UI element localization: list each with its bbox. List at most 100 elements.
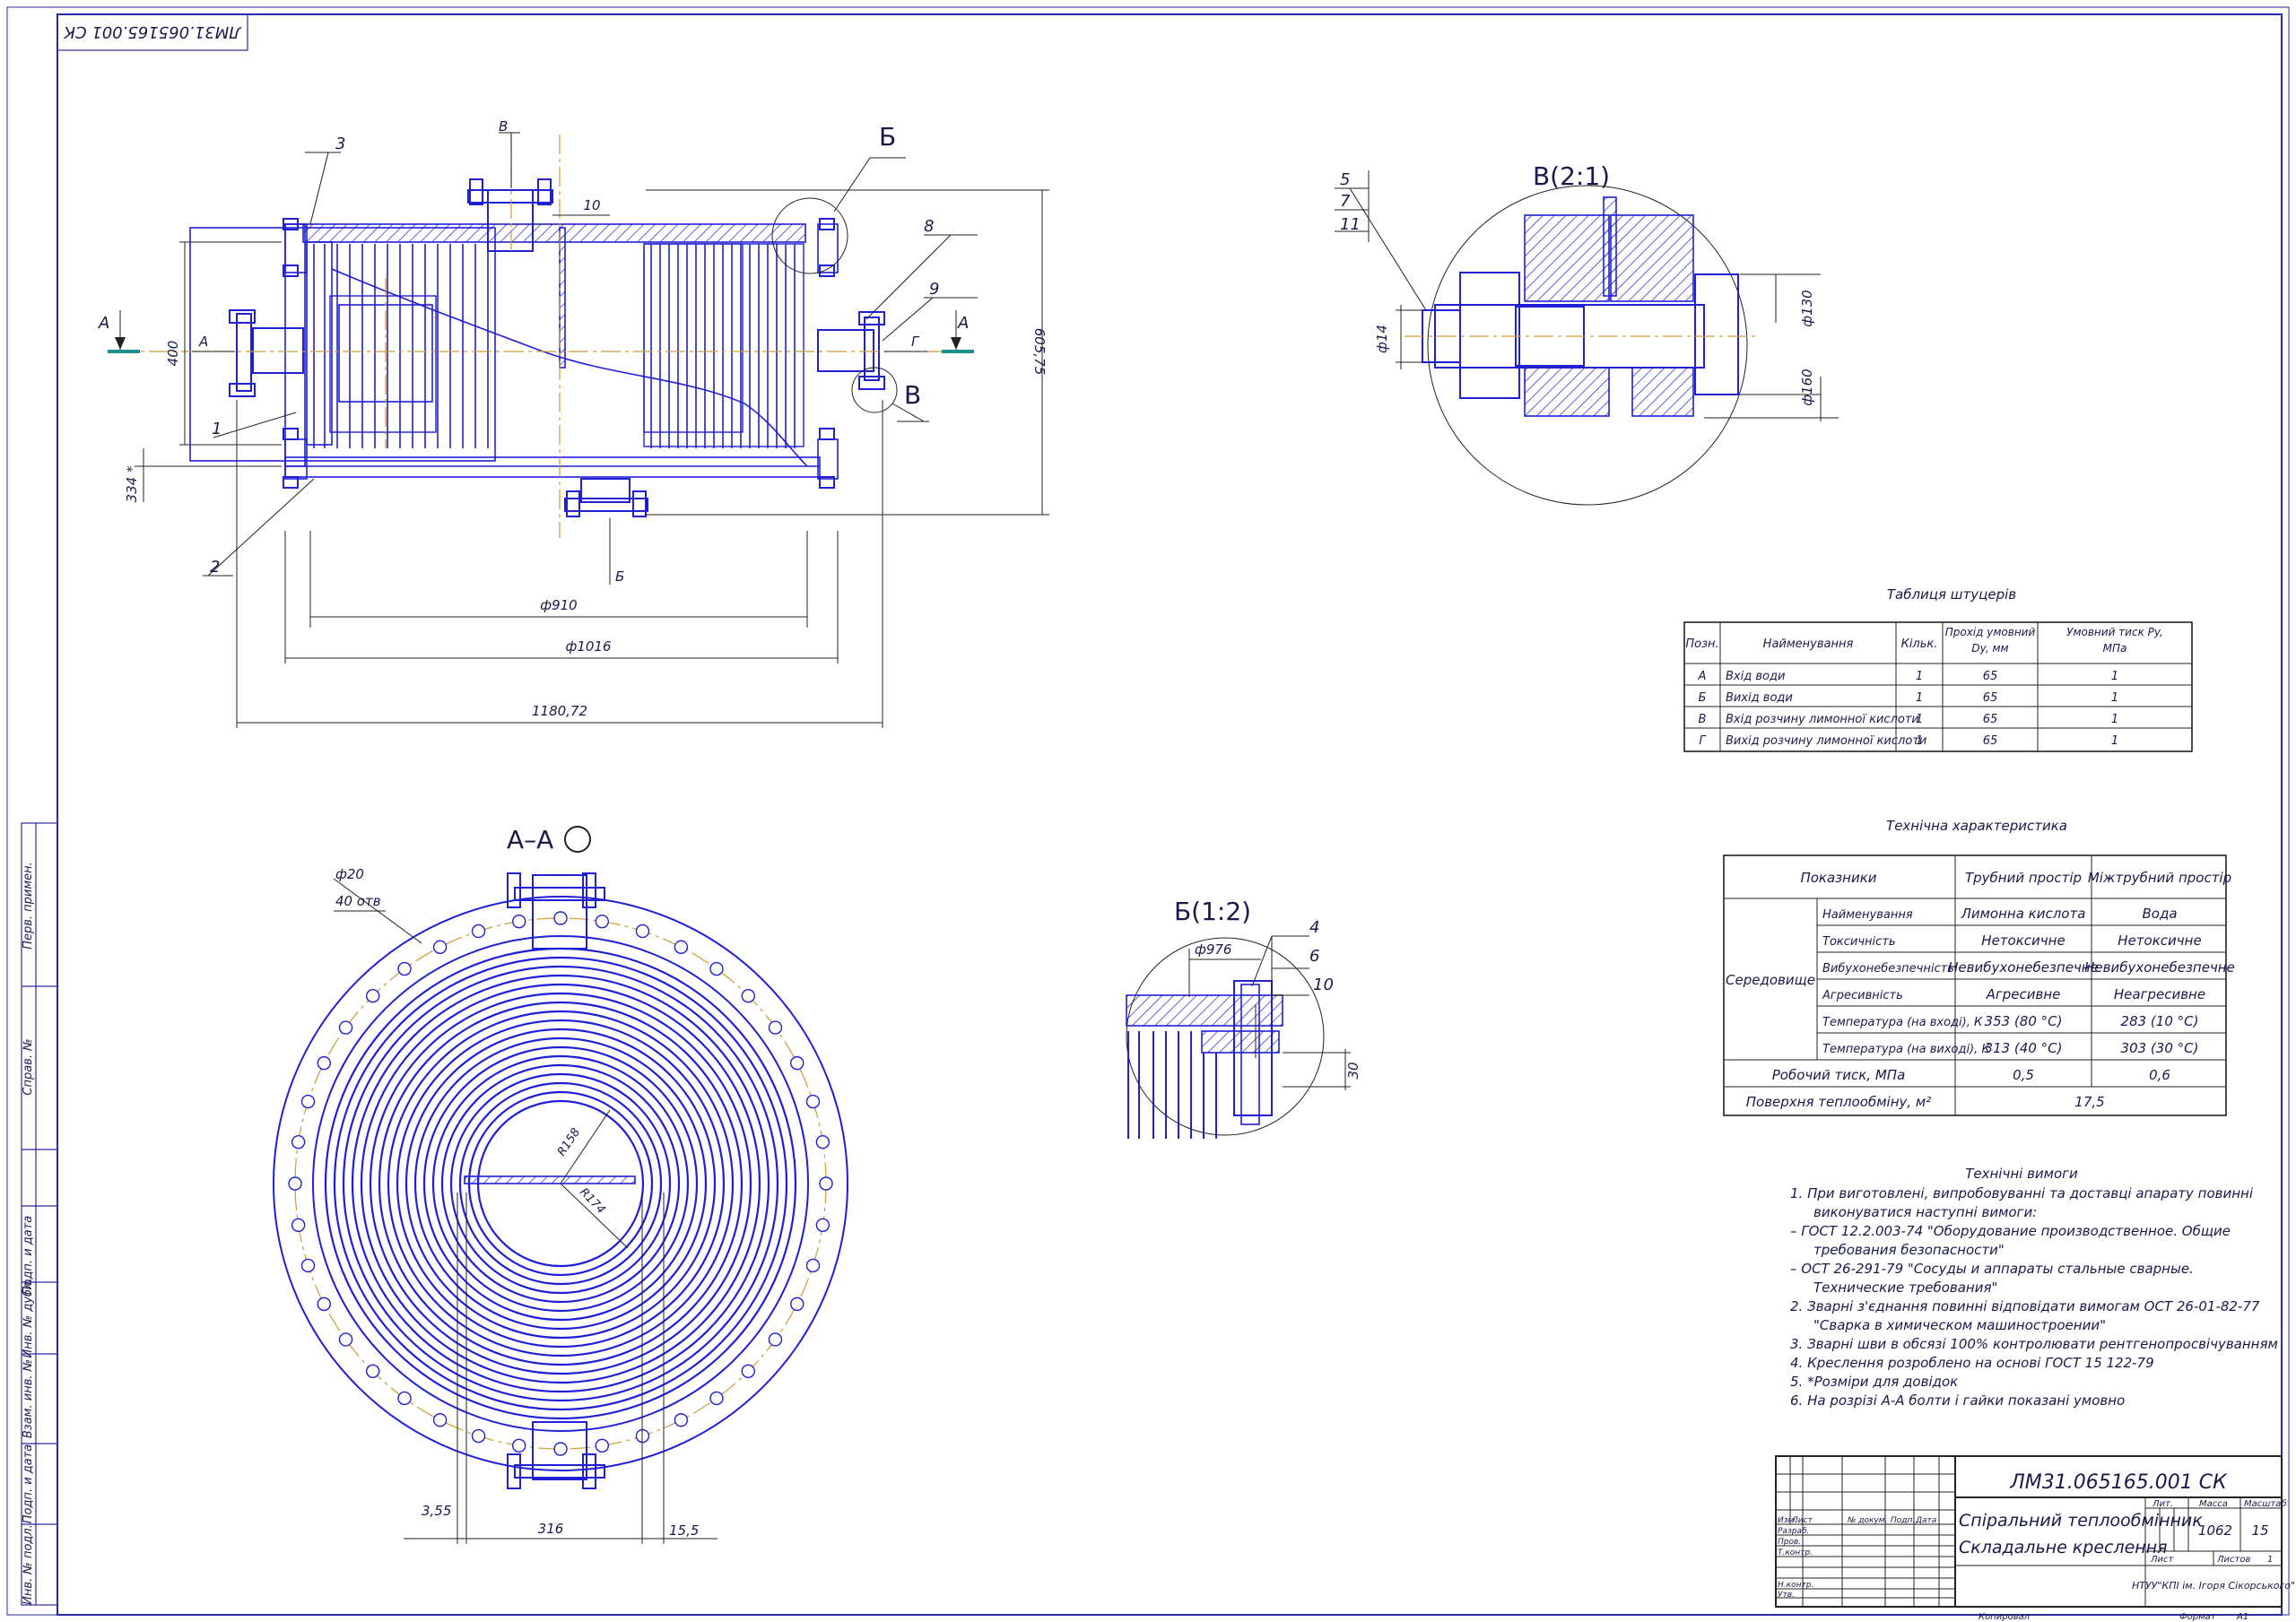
bolt-hole xyxy=(397,961,412,976)
table-cell: Нетоксичне xyxy=(2118,932,2201,949)
table-cell: 1 xyxy=(1916,670,1923,683)
flange-bolts xyxy=(283,218,835,489)
table-cell: 1 xyxy=(2111,734,2118,748)
title-block: Изм. Лист № докум. Подп. Дата Разраб. Пр… xyxy=(1775,1455,2295,1622)
table-cell: Найменування xyxy=(1822,908,1913,922)
bolt-hole xyxy=(805,1094,821,1109)
bolt-hole xyxy=(317,1297,331,1312)
svg-text:Технічні вимоги: Технічні вимоги xyxy=(1965,1166,2078,1182)
svg-text:Формат: Формат xyxy=(2179,1612,2217,1622)
svg-text:Середовище: Середовище xyxy=(1726,972,1815,988)
svg-text:6: 6 xyxy=(1309,947,1319,966)
svg-text:Копировал: Копировал xyxy=(1979,1612,2031,1622)
svg-text:В: В xyxy=(904,380,921,410)
main-dimensions: ф910 ф1016 1180,72 400 334 * 605,75 10 xyxy=(124,189,1049,728)
section-aa-view: А–А R158 R174 ф20 40 отв 3,55 316 15,5 xyxy=(273,825,848,1544)
svg-text:1062: 1062 xyxy=(2198,1522,2232,1539)
table-cell: Температура (на виході), К xyxy=(1822,1043,1990,1056)
tech-requirements: Технічні вимоги 1. При виготовлені, випр… xyxy=(1790,1166,2278,1409)
table-cell: 65 xyxy=(1983,691,1998,705)
table-cell: Вихід розчину лимонної кислоти xyxy=(1726,734,1926,748)
table-cell: Б xyxy=(1699,691,1707,705)
svg-text:Трубний простір: Трубний простір xyxy=(1965,870,2082,886)
svg-text:№ докум.: № докум. xyxy=(1847,1516,1887,1525)
table-cell: Неагресивне xyxy=(2114,986,2205,1002)
svg-text:11: 11 xyxy=(1340,215,1361,234)
svg-text:30: 30 xyxy=(1345,1062,1361,1079)
svg-text:ф1016: ф1016 xyxy=(566,638,612,655)
bolt-hole xyxy=(471,1428,486,1444)
bolt-hole xyxy=(288,1176,302,1191)
bolt-hole xyxy=(709,961,724,976)
svg-text:Подп.: Подп. xyxy=(1891,1516,1915,1525)
table-cell: 1 xyxy=(1916,713,1923,726)
svg-text:R158: R158 xyxy=(555,1126,583,1158)
svg-text:А1: А1 xyxy=(2236,1612,2248,1622)
svg-text:3: 3 xyxy=(335,134,345,153)
bolt-hole xyxy=(553,911,568,925)
bolt-hole xyxy=(819,1176,833,1191)
svg-text:Перв. примен.: Перв. примен. xyxy=(22,862,35,950)
table-cell: 1 xyxy=(2111,691,2118,705)
svg-text:4: 4 xyxy=(1309,918,1319,937)
svg-text:400: 400 xyxy=(165,341,181,367)
requirement-line: – ГОСТ 12.2.003-74 "Оборудование произво… xyxy=(1790,1223,2231,1239)
requirement-line: – ОСТ 26-291-79 "Сосуды и аппараты сталь… xyxy=(1790,1261,2194,1277)
svg-text:40 отв: 40 отв xyxy=(335,893,381,909)
detail-v-view: В(2:1) 5 7 11 ф14 ф130 ф160 xyxy=(1335,161,1839,506)
svg-text:10: 10 xyxy=(583,197,600,213)
svg-text:10: 10 xyxy=(1313,976,1334,994)
svg-text:Б: Б xyxy=(879,122,896,152)
svg-text:Кільк.: Кільк. xyxy=(1901,638,1938,651)
requirement-line: 5. *Розміри для довідок xyxy=(1790,1374,1958,1390)
section-mark-right: А xyxy=(942,310,974,353)
spiral-plates-left xyxy=(306,241,489,448)
svg-text:НТУУ"КПІ ім. Ігоря Сікорського: НТУУ"КПІ ім. Ігоря Сікорського" xyxy=(2132,1580,2295,1592)
table-cell: Вода xyxy=(2142,906,2177,922)
svg-text:Утв.: Утв. xyxy=(1778,1591,1795,1600)
bolt-hole xyxy=(365,988,380,1003)
requirement-line: 2. Зварні з'єднання повинні відповідати … xyxy=(1790,1298,2260,1314)
requirement-line: виконуватися наступні вимоги: xyxy=(1813,1204,2037,1220)
svg-text:605,75: 605,75 xyxy=(1031,328,1048,376)
svg-text:Складальне креслення: Складальне креслення xyxy=(1959,1538,2168,1557)
svg-text:В: В xyxy=(499,118,508,134)
table-cell: 65 xyxy=(1983,734,1998,748)
svg-text:R174: R174 xyxy=(577,1185,607,1217)
svg-text:7: 7 xyxy=(1340,192,1351,211)
svg-text:Справ. №: Справ. № xyxy=(22,1038,35,1095)
table-cell: 1 xyxy=(2111,670,2118,683)
nozzle-a-left xyxy=(229,309,304,397)
table-cell: Температура (на вході), К xyxy=(1822,1016,1983,1029)
side-stamps: Перв. примен. Справ. № Подп. и дата Инв.… xyxy=(21,822,58,1606)
svg-text:Таблиця штуцерів: Таблиця штуцерів xyxy=(1887,586,2016,603)
bolt-hole xyxy=(511,1438,526,1453)
svg-text:1180,72: 1180,72 xyxy=(532,703,587,719)
table-cell: 1 xyxy=(2111,713,2118,726)
bolt-hole xyxy=(595,1438,610,1453)
drawing-sheet: ЛМ31.065165.001 СК Перв. примен. Справ. … xyxy=(6,6,2295,1622)
bolt-hole xyxy=(674,940,689,954)
svg-text:Лист: Лист xyxy=(1791,1516,1813,1525)
requirement-line: 3. Зварні шви в обсязі 100% контролювати… xyxy=(1790,1336,2278,1352)
svg-text:ЛМ31.065165.001 СК: ЛМ31.065165.001 СК xyxy=(63,22,242,41)
svg-text:1: 1 xyxy=(2267,1555,2273,1565)
svg-text:2: 2 xyxy=(210,558,220,577)
svg-text:А: А xyxy=(198,334,208,350)
table-cell: Вибухонебезпечність xyxy=(1822,962,1954,976)
svg-text:9: 9 xyxy=(929,280,939,299)
svg-text:ф976: ф976 xyxy=(1195,941,1231,958)
detail-b-view: Б(1:2) ф976 4 6 10 30 xyxy=(1126,897,1361,1139)
nozzle-table: Таблиця штуцерів Позн. Найменування Кіль… xyxy=(1683,586,2193,752)
table-cell: 303 (30 °С) xyxy=(2121,1040,2199,1056)
bolt-hole xyxy=(768,1020,783,1035)
table-cell: Г xyxy=(1699,734,1707,748)
bolt-hole xyxy=(674,1413,689,1427)
table-cell: 353 (80 °С) xyxy=(1985,1013,2063,1029)
table-cell: Нетоксичне xyxy=(1981,932,2065,949)
svg-text:Подп. и дата: Подп. и дата xyxy=(22,1444,35,1524)
table-cell: 65 xyxy=(1983,670,1998,683)
svg-text:Лист: Лист xyxy=(2150,1555,2175,1565)
bolt-hole xyxy=(595,914,610,929)
svg-text:Взам. инв. №: Взам. инв. № xyxy=(22,1359,35,1438)
